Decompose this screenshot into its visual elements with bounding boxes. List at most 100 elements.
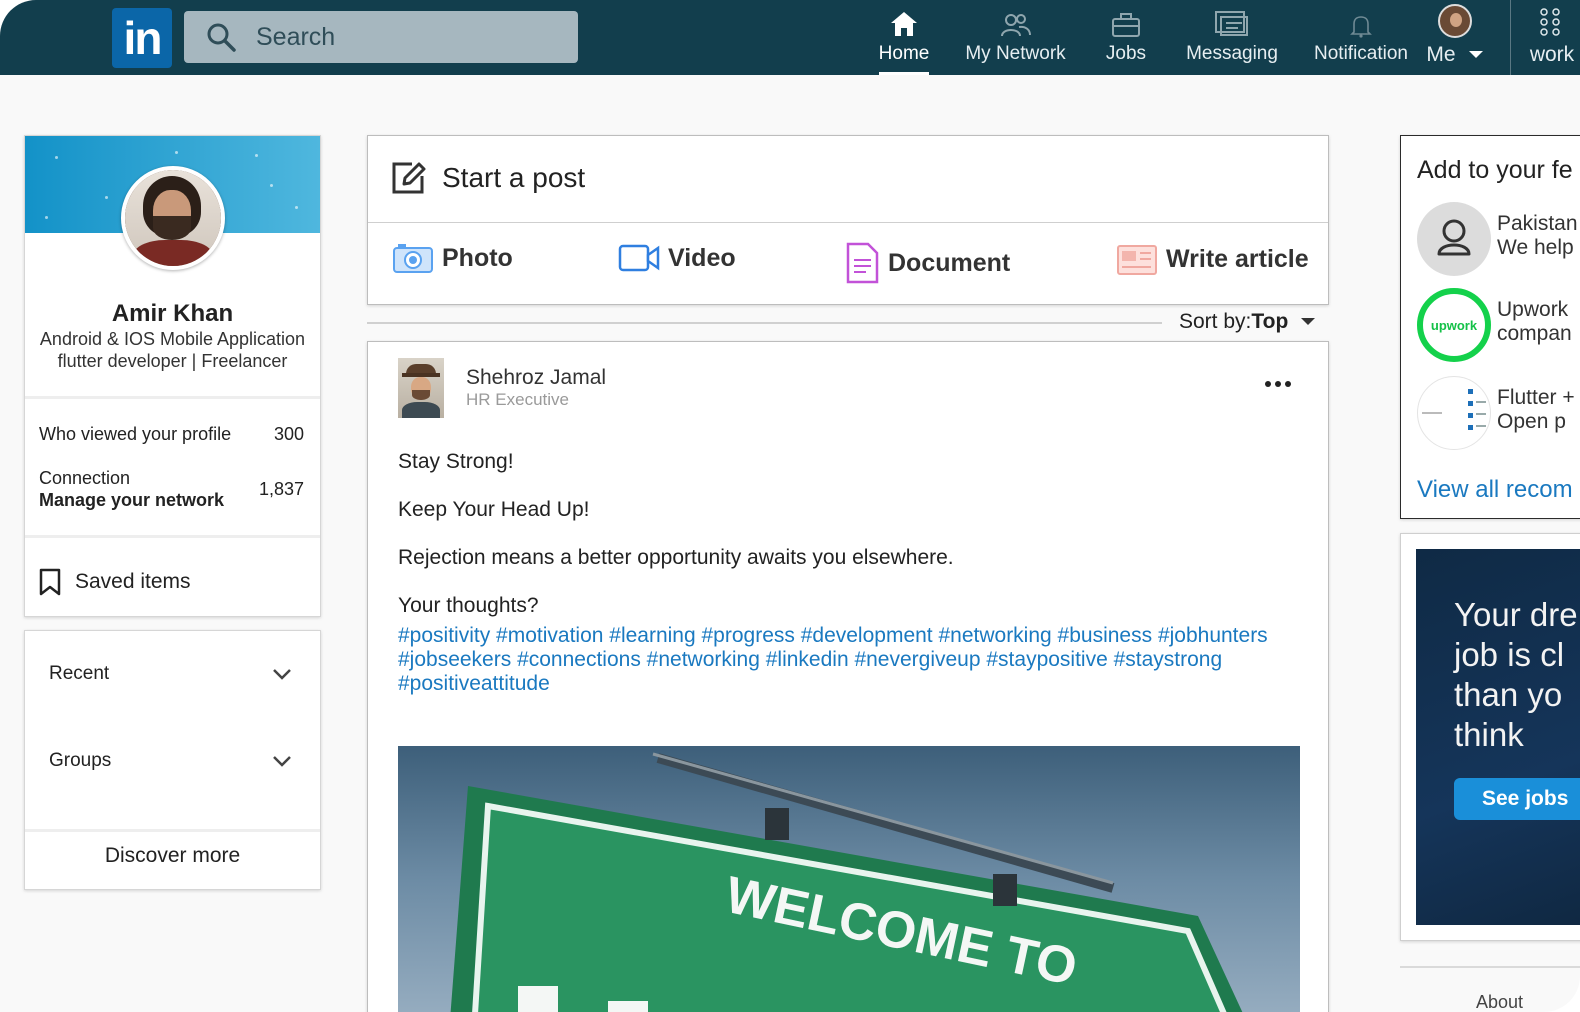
search-box[interactable]	[184, 11, 578, 63]
suggestion-desc: We help	[1497, 236, 1574, 259]
upwork-logo-text: upwork	[1430, 317, 1478, 333]
manage-network-label: Manage your network	[39, 490, 225, 510]
nav-jobs[interactable]: Jobs	[1105, 0, 1147, 75]
feed-suggestion[interactable]: upwork Upwork compan	[1417, 288, 1580, 364]
divider	[25, 396, 320, 399]
home-icon	[891, 12, 917, 36]
nav-my-network[interactable]: My Network	[965, 0, 1066, 75]
ad-text-line: Your dre	[1454, 596, 1578, 633]
post-text-line: Stay Strong!	[398, 450, 514, 473]
grid-icon	[1540, 8, 1560, 36]
view-all-recommendations-link[interactable]: View all recom	[1417, 476, 1573, 504]
suggestion-name: Pakistan	[1497, 212, 1578, 235]
search-icon	[207, 23, 236, 52]
start-post-label: Start a post	[442, 162, 586, 193]
profile-views-count: 300	[273, 424, 304, 444]
nav-work-label: work	[1529, 43, 1575, 66]
top-navigation-bar: in Home My Network Jobs Messaging Notifi…	[0, 0, 1580, 75]
connections-row[interactable]: Connection Manage your network	[39, 467, 224, 511]
more-options-button[interactable]	[1264, 364, 1292, 395]
footer-divider	[1400, 966, 1580, 968]
video-button[interactable]: Video	[618, 242, 736, 274]
video-label: Video	[668, 243, 736, 272]
app-frame: in Home My Network Jobs Messaging Notifi…	[0, 0, 1580, 1012]
document-button[interactable]: Document	[844, 242, 1010, 284]
post-text-line: Rejection means a better opportunity awa…	[398, 546, 954, 569]
sort-value: Top	[1251, 310, 1289, 333]
nav-work[interactable]: work	[1522, 0, 1580, 75]
recent-section[interactable]: Recent	[49, 663, 292, 685]
suggestion-desc: compan	[1497, 322, 1572, 345]
post-text-line: Your thoughts?	[398, 594, 539, 617]
edit-icon	[392, 162, 426, 194]
about-link[interactable]: About	[1476, 992, 1523, 1012]
connection-label: Connection	[39, 468, 131, 488]
profile-avatar[interactable]	[121, 166, 225, 270]
more-icon	[1265, 381, 1291, 387]
feed-suggestion[interactable]: Pakistan We help	[1417, 202, 1580, 278]
nav-me-label: Me	[1426, 43, 1456, 66]
messaging-icon	[1215, 11, 1248, 36]
network-icon	[1000, 14, 1031, 37]
nav-me[interactable]: Me	[1424, 0, 1486, 75]
saved-items-label: Saved items	[75, 570, 191, 593]
start-post-button[interactable]: Start a post	[390, 160, 585, 196]
photo-button[interactable]: Photo	[392, 242, 513, 274]
document-label: Document	[888, 248, 1011, 277]
add-to-feed-card: Add to your fe Pakistan We help upwork Up…	[1400, 135, 1580, 519]
me-avatar	[1438, 4, 1472, 38]
person-placeholder-icon	[1417, 202, 1491, 276]
nav-messaging[interactable]: Messaging	[1186, 0, 1278, 75]
video-camera-icon	[618, 244, 660, 272]
linkedin-logo[interactable]: in	[112, 8, 172, 68]
see-jobs-button[interactable]: See jobs	[1454, 778, 1580, 820]
ad-card: Your dre job is cl than yo think See job…	[1400, 533, 1580, 941]
groups-card: Recent Groups Discover more	[24, 630, 321, 890]
nav-notification-label: Notification	[1314, 43, 1408, 64]
feed-post: Shehroz Jamal HR Executive Stay Strong! …	[367, 341, 1329, 1012]
profile-views-label: Who viewed your profile	[39, 424, 232, 444]
groups-section[interactable]: Groups	[49, 750, 292, 772]
nav-notification[interactable]: Notification	[1314, 0, 1408, 75]
sort-dropdown[interactable]: Sort by: Top	[1179, 310, 1316, 334]
nav-home[interactable]: Home	[879, 0, 929, 75]
write-article-button[interactable]: Write article	[1116, 242, 1309, 276]
bell-icon	[1350, 16, 1372, 38]
suggestion-name: Upwork	[1497, 298, 1569, 321]
post-composer: Start a post Photo Video Document Write …	[367, 135, 1329, 305]
nav-my-network-label: My Network	[965, 43, 1066, 64]
search-input[interactable]	[256, 22, 556, 52]
profile-card: Amir Khan Android & IOS Mobile Applicati…	[24, 135, 321, 617]
divider	[368, 222, 1328, 223]
suggestion-desc: Open p	[1497, 410, 1566, 433]
post-text-line: Keep Your Head Up!	[398, 498, 590, 521]
profile-headline: Android & IOS Mobile Application flutter…	[39, 329, 306, 371]
post-image[interactable]: WELCOME TO	[398, 746, 1300, 1012]
chevron-down-icon	[1468, 51, 1483, 58]
nav-jobs-label: Jobs	[1105, 43, 1147, 64]
road-sign-illustration: WELCOME TO	[450, 752, 1243, 1012]
ad-banner[interactable]: Your dre job is cl than yo think See job…	[1416, 549, 1580, 925]
article-icon	[1117, 245, 1157, 275]
discover-more-link[interactable]: Discover more	[25, 844, 320, 868]
profile-name[interactable]: Amir Khan	[25, 300, 320, 328]
nav-home-label: Home	[878, 43, 930, 64]
post-author-avatar[interactable]	[398, 358, 444, 418]
groups-label: Groups	[49, 750, 112, 771]
post-author-name[interactable]: Shehroz Jamal	[466, 366, 606, 390]
flutter-logo	[1417, 376, 1491, 450]
suggestion-name: Flutter +	[1497, 386, 1575, 409]
ad-text: Your dre job is cl than yo think	[1454, 595, 1580, 755]
chevron-down-icon	[273, 669, 291, 680]
saved-items-link[interactable]: Saved items	[39, 568, 191, 596]
chevron-down-icon	[1301, 318, 1316, 325]
divider	[25, 829, 320, 832]
nav-separator	[1510, 0, 1511, 75]
profile-views-row[interactable]: Who viewed your profile 300	[39, 424, 304, 445]
recent-label: Recent	[49, 663, 110, 684]
post-hashtags[interactable]: #positivity #motivation #learning #progr…	[398, 624, 1298, 696]
feed-suggestion[interactable]: Flutter + Open p	[1417, 376, 1580, 452]
document-icon	[846, 242, 879, 284]
sort-label: Sort by:	[1179, 310, 1252, 333]
sort-divider	[367, 322, 1162, 324]
